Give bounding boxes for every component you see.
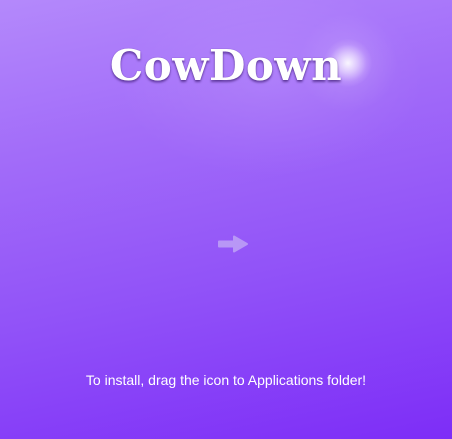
install-instruction: To install, drag the icon to Application… (85, 372, 367, 388)
app-title: CowDown (109, 41, 343, 90)
arrow-right-icon (218, 235, 248, 253)
installer-window: CowDown To install, drag the icon to App… (0, 0, 452, 439)
